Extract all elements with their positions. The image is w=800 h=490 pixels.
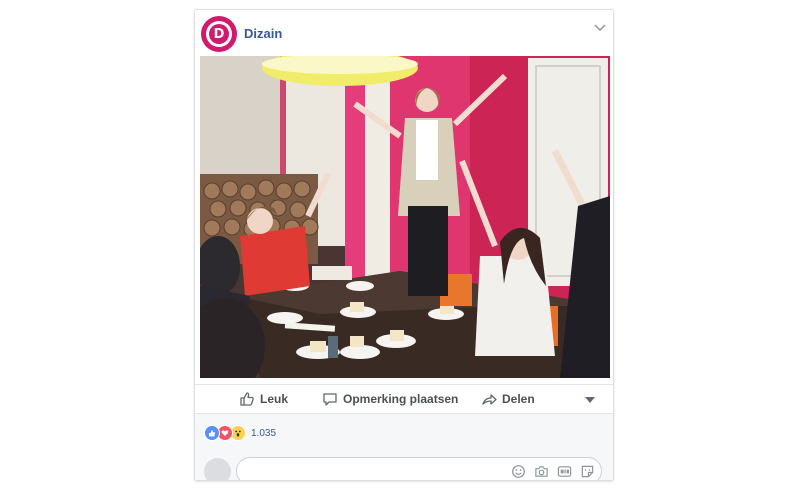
share-button[interactable]: Delen (481, 385, 535, 413)
emoji-icon[interactable] (511, 464, 526, 479)
comment-input[interactable] (247, 461, 501, 480)
gif-icon[interactable] (557, 464, 572, 479)
reaction-count[interactable]: 1.035 (251, 428, 276, 439)
post-actions-bar: Leuk Opmerking plaatsen Delen (195, 384, 613, 414)
comment-label: Opmerking plaatsen (343, 392, 459, 406)
share-label: Delen (502, 392, 535, 406)
caret-down-icon[interactable] (585, 397, 595, 403)
post-card: D Dizain Leuk Opmerking plaatsen Delen 1… (194, 9, 614, 481)
logo-letter: D (209, 24, 229, 44)
like-label: Leuk (260, 392, 289, 406)
share-icon (482, 394, 497, 405)
comment-input-container[interactable] (236, 457, 602, 480)
post-footer: 1.035 (195, 414, 613, 480)
user-avatar (204, 458, 231, 480)
comment-button[interactable]: Opmerking plaatsen (322, 385, 458, 413)
chevron-down-icon[interactable] (594, 22, 606, 32)
camera-icon[interactable] (534, 464, 549, 479)
post-photo[interactable] (200, 56, 610, 378)
office-party-photo (200, 56, 610, 378)
thumbs-up-icon (240, 392, 254, 406)
like-button[interactable]: Leuk (239, 385, 288, 413)
sticker-icon[interactable] (580, 464, 595, 479)
page-logo[interactable]: D (201, 16, 237, 52)
page-name-link[interactable]: Dizain (244, 26, 282, 41)
logo-ring: D (206, 21, 232, 47)
reactions-summary[interactable]: 1.035 (204, 425, 276, 441)
like-reaction-icon (204, 425, 220, 441)
comment-icon (323, 393, 337, 406)
post-header: D Dizain (195, 10, 613, 56)
